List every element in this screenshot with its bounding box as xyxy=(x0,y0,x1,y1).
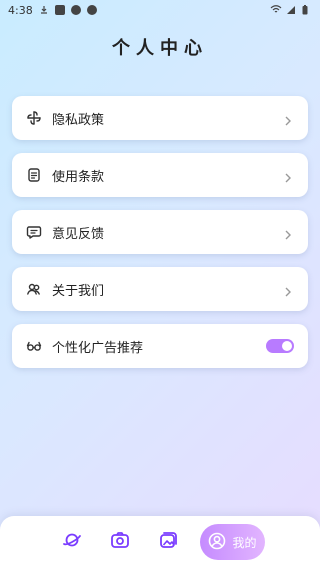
camera-icon xyxy=(109,529,131,555)
status-right xyxy=(270,5,312,15)
chevron-right-icon xyxy=(282,169,294,183)
tab-album[interactable] xyxy=(156,530,180,554)
a-icon xyxy=(54,5,65,15)
planet-icon xyxy=(61,529,83,555)
page-title: 个人中心 xyxy=(112,38,208,59)
battery-icon xyxy=(302,5,312,15)
feedback-label: 意见反馈 xyxy=(52,226,105,242)
album-icon xyxy=(157,529,179,555)
chevron-right-icon xyxy=(282,112,294,126)
pinwheel-icon xyxy=(26,110,42,126)
feedback-item[interactable]: 意见反馈 xyxy=(12,210,308,254)
personalized-ads-toggle[interactable] xyxy=(266,339,294,353)
user-icon xyxy=(208,532,226,553)
wifi-icon xyxy=(270,5,282,15)
document-icon xyxy=(26,167,42,183)
signal-icon xyxy=(286,5,296,15)
tab-mine-label: 我的 xyxy=(232,535,257,550)
chevron-right-icon xyxy=(282,283,294,297)
terms-of-use-label: 使用条款 xyxy=(52,169,105,185)
circle-icon xyxy=(70,5,81,15)
about-us-label: 关于我们 xyxy=(52,283,105,299)
personalized-ads-item: 个性化广告推荐 xyxy=(12,324,308,368)
chat-icon xyxy=(26,224,42,240)
terms-of-use-item[interactable]: 使用条款 xyxy=(12,153,308,197)
personalized-ads-label: 个性化广告推荐 xyxy=(52,340,144,356)
tab-camera[interactable] xyxy=(108,530,132,554)
status-bar: 4:38 xyxy=(0,0,320,20)
about-us-item[interactable]: 关于我们 xyxy=(12,267,308,311)
bus-icon xyxy=(86,5,97,15)
status-left: 4:38 xyxy=(8,4,97,17)
status-time: 4:38 xyxy=(8,3,33,17)
privacy-policy-label: 隐私政策 xyxy=(52,112,105,128)
chevron-right-icon xyxy=(282,226,294,240)
tab-mine[interactable]: 我的 xyxy=(200,524,265,560)
glasses-icon xyxy=(26,338,42,354)
bottom-tab-bar: 我的 xyxy=(0,516,320,568)
people-icon xyxy=(26,281,42,297)
toggle-knob xyxy=(282,341,292,351)
download-icon xyxy=(39,5,49,15)
privacy-policy-item[interactable]: 隐私政策 xyxy=(12,96,308,140)
tab-planet[interactable] xyxy=(60,530,84,554)
